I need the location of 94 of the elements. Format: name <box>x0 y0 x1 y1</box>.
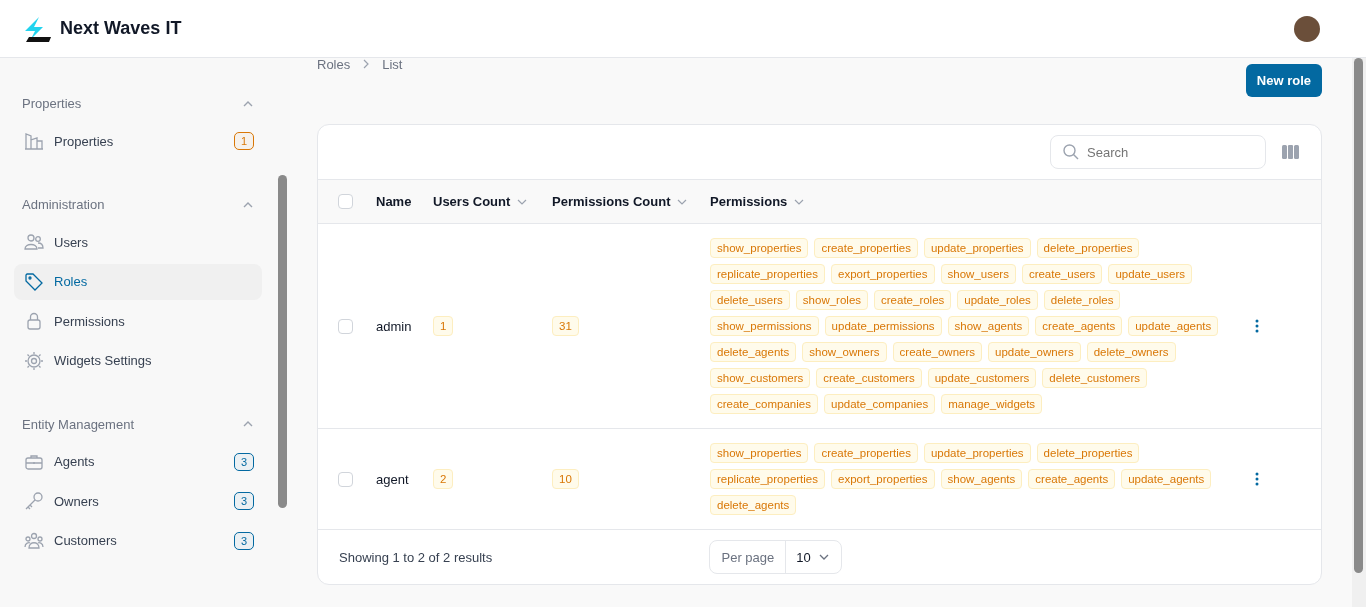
gear-icon <box>24 350 44 371</box>
column-header[interactable]: Permissions Count <box>552 194 688 209</box>
permission-tag: export_properties <box>831 264 935 284</box>
group-title: Properties <box>22 96 82 111</box>
permissions-count-badge: 31 <box>552 316 579 336</box>
sidebar-item[interactable]: Widgets Settings <box>14 342 262 379</box>
permission-tag: update_agents <box>1128 316 1219 336</box>
permission-tag: delete_roles <box>1043 290 1121 310</box>
count-badge: 3 <box>233 531 254 550</box>
permission-tag: replicate_properties <box>710 264 825 284</box>
permission-tag: update_agents <box>1121 469 1212 489</box>
permission-tag: update_users <box>1108 264 1193 284</box>
group-icon <box>24 530 44 551</box>
permission-tag: delete_agents <box>710 342 797 362</box>
role-name: admin <box>376 318 412 334</box>
select-all-checkbox[interactable] <box>338 194 353 209</box>
permission-tag: show_roles <box>795 290 869 310</box>
permission-tag: create_companies <box>710 394 818 414</box>
permission-tag: create_properties <box>814 443 918 463</box>
permission-tag: show_owners <box>802 342 887 362</box>
columns-icon[interactable] <box>1282 145 1299 159</box>
permission-tag: show_properties <box>710 238 809 258</box>
permission-tag: create_owners <box>892 342 983 362</box>
tag-icon <box>24 271 44 292</box>
users-icon <box>24 232 44 252</box>
permission-tag: manage_widgets <box>941 394 1043 414</box>
collapse-chevron-icon[interactable] <box>242 200 254 209</box>
column-header[interactable]: Users Count <box>433 194 528 209</box>
permission-tag: delete_properties <box>1036 443 1140 463</box>
breadcrumb-link[interactable]: Roles <box>317 57 351 72</box>
permission-tag: create_roles <box>874 290 952 310</box>
permission-tag: show_agents <box>940 469 1023 489</box>
sidebar-item[interactable]: Owners 3 <box>14 483 262 519</box>
sidebar-item[interactable]: Permissions <box>14 303 262 339</box>
group-title: Entity Management <box>22 416 134 432</box>
building-icon <box>24 131 44 151</box>
new-role-button[interactable]: New role <box>1245 64 1322 97</box>
permission-tag: update_owners <box>988 342 1081 362</box>
sort-chevron-icon <box>677 198 688 205</box>
permission-tag: create_agents <box>1028 469 1116 489</box>
permission-tag: delete_agents <box>710 495 797 515</box>
column-header: Name <box>376 194 412 209</box>
permission-tag: delete_users <box>710 290 790 310</box>
permission-tag: show_customers <box>710 368 811 388</box>
permission-tag: update_roles <box>957 290 1038 310</box>
sidebar-item[interactable]: Roles <box>14 263 262 300</box>
permission-tag: show_permissions <box>710 316 819 336</box>
count-badge: 1 <box>233 132 254 150</box>
collapse-chevron-icon[interactable] <box>242 420 254 428</box>
sidebar-item[interactable]: Agents 3 <box>14 443 262 480</box>
permission-tag: update_permissions <box>824 316 942 336</box>
caret-icon <box>818 554 829 560</box>
results-summary: Showing 1 to 2 of 2 results <box>339 549 493 565</box>
permissions-count-badge: 10 <box>552 469 579 489</box>
page-scrollbar[interactable] <box>1352 58 1366 607</box>
group-title: Administration <box>22 197 105 212</box>
search-field[interactable]: Search <box>1050 135 1266 169</box>
permission-tag: update_properties <box>923 443 1031 463</box>
permission-tag: replicate_properties <box>710 469 825 489</box>
count-badge: 3 <box>233 452 254 471</box>
key-icon <box>24 491 44 511</box>
row-checkbox[interactable] <box>338 318 353 334</box>
lock-icon <box>24 311 44 331</box>
per-page-select[interactable]: Per page 10 <box>709 540 842 574</box>
avatar[interactable] <box>1294 15 1320 42</box>
permission-tag: delete_owners <box>1086 342 1176 362</box>
permission-tag: create_properties <box>814 238 918 258</box>
permission-tag: show_agents <box>947 316 1030 336</box>
collapse-chevron-icon[interactable] <box>242 99 254 108</box>
permission-tag: update_customers <box>927 368 1037 388</box>
role-name: agent <box>376 471 409 487</box>
permission-tag: show_users <box>940 264 1016 284</box>
permission-tag: update_companies <box>824 394 936 414</box>
users-count-badge: 1 <box>433 316 454 336</box>
permission-tag: create_agents <box>1035 316 1123 336</box>
permission-tag: create_customers <box>816 368 922 388</box>
brand-name: Next Waves IT <box>60 18 182 39</box>
users-count-badge: 2 <box>433 469 454 489</box>
sidebar-item[interactable]: Properties 1 <box>14 123 262 159</box>
sidebar-item[interactable]: Users <box>14 224 262 260</box>
column-header[interactable]: Permissions <box>710 194 805 209</box>
permission-tag: export_properties <box>831 469 935 489</box>
sidebar-item[interactable]: Customers 3 <box>14 522 262 559</box>
permission-tag: delete_customers <box>1042 368 1148 388</box>
permission-tag: create_users <box>1021 264 1103 284</box>
permission-tag: delete_properties <box>1036 238 1140 258</box>
more-actions-icon[interactable] <box>1255 472 1259 486</box>
permission-tag: show_properties <box>710 443 809 463</box>
sort-chevron-icon <box>794 198 805 205</box>
count-badge: 3 <box>233 492 254 510</box>
row-checkbox[interactable] <box>338 471 353 487</box>
more-actions-icon[interactable] <box>1255 319 1259 333</box>
sort-chevron-icon <box>517 198 528 205</box>
permission-tag: update_properties <box>923 238 1031 258</box>
